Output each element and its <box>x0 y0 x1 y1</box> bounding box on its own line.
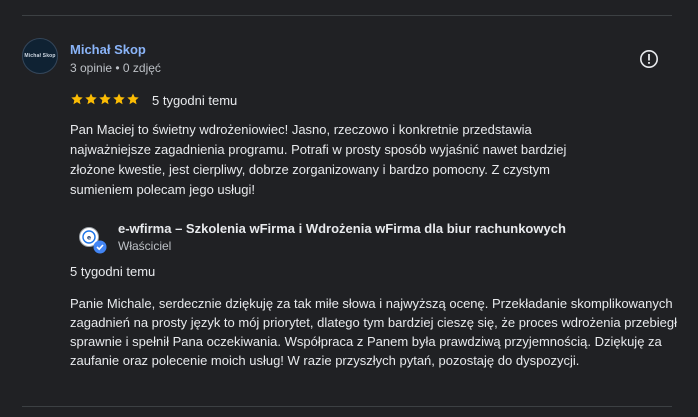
star-icon <box>71 93 83 105</box>
star-icon <box>99 93 111 105</box>
report-icon[interactable] <box>639 49 659 69</box>
review-text: Pan Maciej to świetny wdrożeniowiec! Jas… <box>70 122 567 197</box>
reviewer-avatar[interactable]: Michał Skop <box>22 38 58 74</box>
svg-text:e: e <box>87 235 91 242</box>
owner-logo-icon: e <box>79 227 107 254</box>
owner-role: Właściciel <box>118 239 172 253</box>
star-icon <box>127 93 139 105</box>
owner-name: e-wfirma – Szkolenia wFirma i Wdrożenia … <box>118 221 566 236</box>
owner-reply-time: 5 tygodni temu <box>70 264 156 279</box>
reviewer-meta: 3 opinie • 0 zdjęć <box>70 61 161 75</box>
star-rating <box>70 92 140 106</box>
owner-reply-text: Panie Michale, serdecznie dziękuję za ta… <box>70 296 677 368</box>
avatar-logo-text: Michał Skop <box>24 52 56 59</box>
divider-top <box>22 15 672 16</box>
star-icon <box>113 93 125 105</box>
review-time: 5 tygodni temu <box>152 93 238 108</box>
star-icon <box>85 93 97 105</box>
reviewer-name[interactable]: Michał Skop <box>70 42 146 57</box>
divider-bottom <box>22 406 672 407</box>
